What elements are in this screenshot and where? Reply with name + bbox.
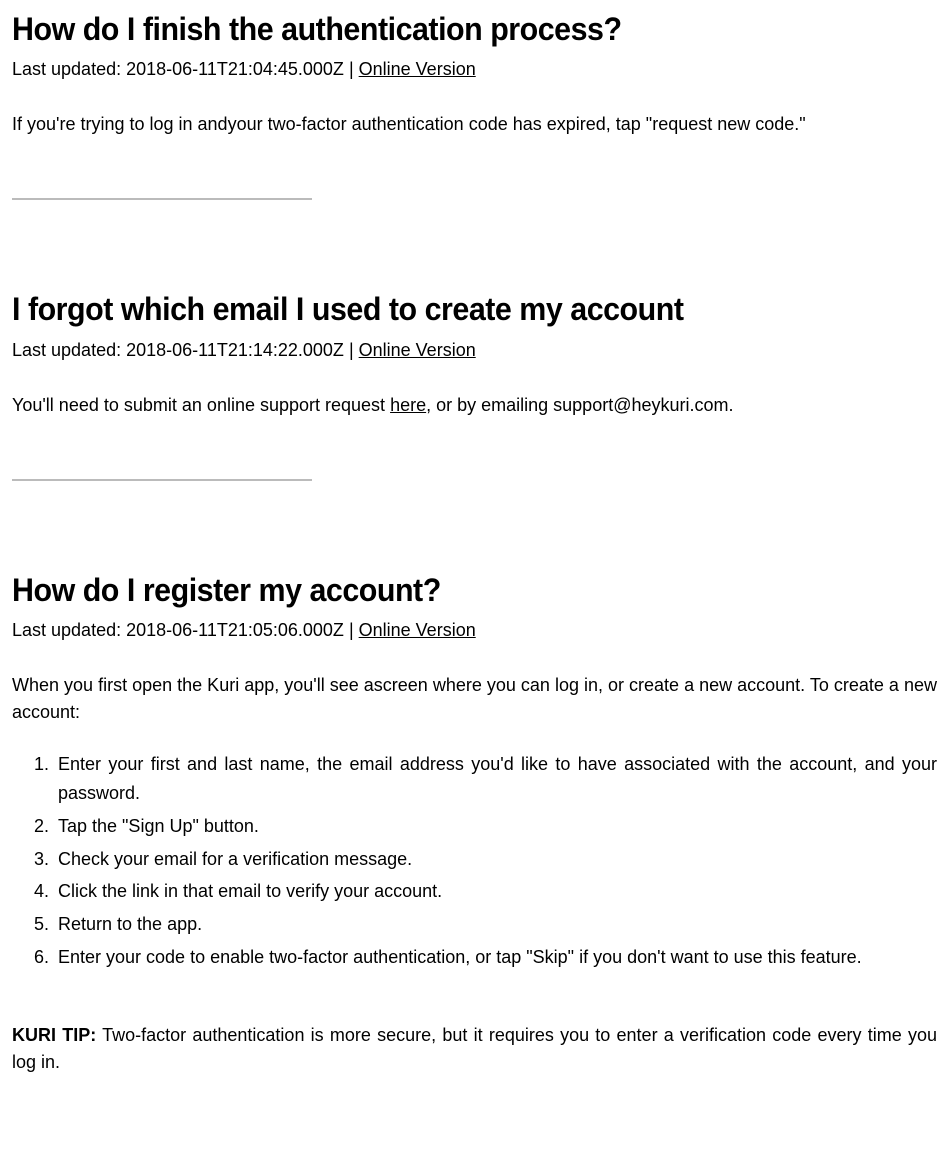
step-item: Enter your first and last name, the emai… [54,750,937,808]
article-title: How do I finish the authentication proce… [12,10,891,48]
body-text-part: an online support request [182,395,385,415]
last-updated-label: Last updated: [12,59,126,79]
step-item: Enter your code to enable two-factor aut… [54,943,937,972]
kuri-tip: KURI TIP: Two-factor authentication is m… [12,1022,937,1076]
article-body: You'll need to submit an online support … [12,392,937,419]
step-item: Click the link in that email to verify y… [54,877,937,906]
step-item: Return to the app. [54,910,937,939]
body-text-part: , or by emailing support@heykuri.com. [426,395,733,415]
online-version-link[interactable]: Online Version [359,340,476,360]
body-text-part: your two-factor authentication code has … [228,114,806,134]
tip-body: Two-factor authentication is more secure… [12,1025,937,1072]
body-text-part: You'll need to submit [12,395,177,415]
support-request-link[interactable]: here [390,395,426,415]
last-updated-label: Last updated: [12,340,126,360]
last-updated-value: 2018-06-11T21:04:45.000Z [126,59,344,79]
article-forgot-email: I forgot which email I used to create my… [12,290,937,418]
article-meta: Last updated: 2018-06-11T21:14:22.000Z |… [12,337,937,364]
last-updated-label: Last updated: [12,620,126,640]
step-item: Check your email for a verification mess… [54,845,937,874]
online-version-link[interactable]: Online Version [359,620,476,640]
article-meta: Last updated: 2018-06-11T21:04:45.000Z |… [12,56,937,83]
meta-separator: | [349,59,354,79]
intro-text-part: When you first open the Kuri app, you'll… [12,675,374,695]
article-register-account: How do I register my account? Last updat… [12,571,937,1076]
step-item: Tap the "Sign Up" button. [54,812,937,841]
article-meta: Last updated: 2018-06-11T21:05:06.000Z |… [12,617,937,644]
article-authentication: How do I finish the authentication proce… [12,10,937,138]
tip-label: KURI TIP: [12,1025,96,1045]
section-divider [12,479,312,481]
steps-list: Enter your first and last name, the emai… [42,750,937,972]
section-divider [12,198,312,200]
body-text-part: If you're trying to log in and [12,114,228,134]
meta-separator: | [349,340,354,360]
meta-separator: | [349,620,354,640]
article-title: I forgot which email I used to create my… [12,290,891,328]
last-updated-value: 2018-06-11T21:05:06.000Z [126,620,344,640]
last-updated-value: 2018-06-11T21:14:22.000Z [126,340,344,360]
article-body: If you're trying to log in andyour two-f… [12,111,937,138]
online-version-link[interactable]: Online Version [359,59,476,79]
article-intro: When you first open the Kuri app, you'll… [12,672,937,726]
article-title: How do I register my account? [12,571,891,609]
